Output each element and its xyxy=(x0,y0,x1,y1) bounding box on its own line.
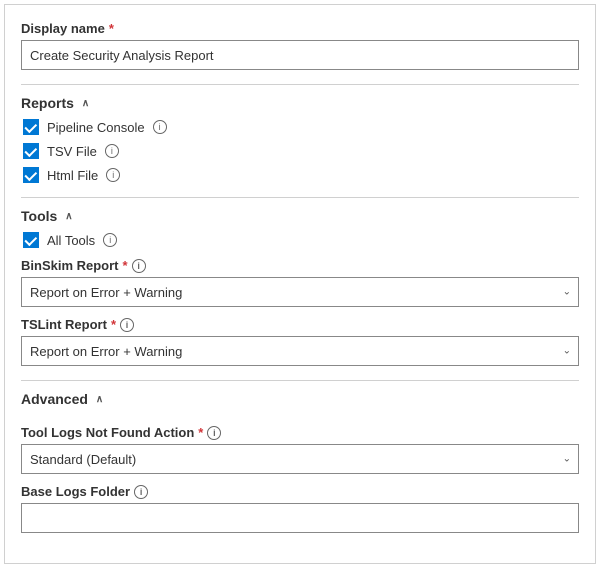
all-tools-row: All Tools i xyxy=(23,232,579,248)
tools-label: Tools xyxy=(21,208,57,224)
form-container: Display name * Reports ∧ Pipeline Consol… xyxy=(4,4,596,564)
tslint-required: * xyxy=(111,317,116,332)
reports-chevron-up: ∧ xyxy=(82,98,89,109)
advanced-section-header[interactable]: Advanced ∧ xyxy=(21,380,579,415)
tsv-file-row: TSV File i xyxy=(23,143,579,159)
base-logs-info-icon[interactable]: i xyxy=(134,485,148,499)
pipeline-console-checkbox[interactable] xyxy=(23,119,39,135)
tool-logs-label: Tool Logs Not Found Action * i xyxy=(21,425,579,440)
tsv-file-label: TSV File xyxy=(47,144,97,159)
tool-logs-required: * xyxy=(198,425,203,440)
pipeline-console-info-icon[interactable]: i xyxy=(153,120,167,134)
tslint-info-icon[interactable]: i xyxy=(120,318,134,332)
tslint-label: TSLint Report * i xyxy=(21,317,579,332)
reports-section-header[interactable]: Reports ∧ xyxy=(21,84,579,119)
pipeline-console-label: Pipeline Console xyxy=(47,120,145,135)
tools-checkbox-group: All Tools i xyxy=(21,232,579,248)
reports-section: Reports ∧ Pipeline Console i TSV File i … xyxy=(21,84,579,183)
reports-checkbox-group: Pipeline Console i TSV File i Html File … xyxy=(21,119,579,183)
base-logs-input[interactable] xyxy=(21,503,579,533)
reports-label: Reports xyxy=(21,95,74,111)
tslint-dropdown[interactable]: Report on Error + Warning Report on Erro… xyxy=(21,336,579,366)
tools-section-header[interactable]: Tools ∧ xyxy=(21,197,579,232)
binskim-label: BinSkim Report * i xyxy=(21,258,579,273)
display-name-group: Display name * xyxy=(21,21,579,70)
advanced-section: Advanced ∧ Tool Logs Not Found Action * … xyxy=(21,380,579,533)
binskim-dropdown[interactable]: Report on Error + Warning Report on Erro… xyxy=(21,277,579,307)
pipeline-console-row: Pipeline Console i xyxy=(23,119,579,135)
binskim-required: * xyxy=(123,258,128,273)
tsv-file-checkbox[interactable] xyxy=(23,143,39,159)
advanced-label: Advanced xyxy=(21,391,88,407)
binskim-info-icon[interactable]: i xyxy=(132,259,146,273)
binskim-dropdown-wrapper: Report on Error + Warning Report on Erro… xyxy=(21,277,579,307)
html-file-info-icon[interactable]: i xyxy=(106,168,120,182)
display-name-label: Display name * xyxy=(21,21,579,36)
tslint-dropdown-wrapper: Report on Error + Warning Report on Erro… xyxy=(21,336,579,366)
html-file-label: Html File xyxy=(47,168,98,183)
tool-logs-dropdown[interactable]: Standard (Default) Error Warning None xyxy=(21,444,579,474)
all-tools-info-icon[interactable]: i xyxy=(103,233,117,247)
base-logs-label: Base Logs Folder i xyxy=(21,484,579,499)
tsv-file-info-icon[interactable]: i xyxy=(105,144,119,158)
display-name-input[interactable] xyxy=(21,40,579,70)
tool-logs-info-icon[interactable]: i xyxy=(207,426,221,440)
all-tools-checkbox[interactable] xyxy=(23,232,39,248)
required-star: * xyxy=(109,21,114,36)
html-file-row: Html File i xyxy=(23,167,579,183)
html-file-checkbox[interactable] xyxy=(23,167,39,183)
all-tools-label: All Tools xyxy=(47,233,95,248)
tools-section: Tools ∧ All Tools i BinSkim Report * i R… xyxy=(21,197,579,366)
tool-logs-dropdown-wrapper: Standard (Default) Error Warning None ⌄ xyxy=(21,444,579,474)
tools-chevron-up: ∧ xyxy=(65,211,72,222)
advanced-chevron-up: ∧ xyxy=(96,394,103,405)
